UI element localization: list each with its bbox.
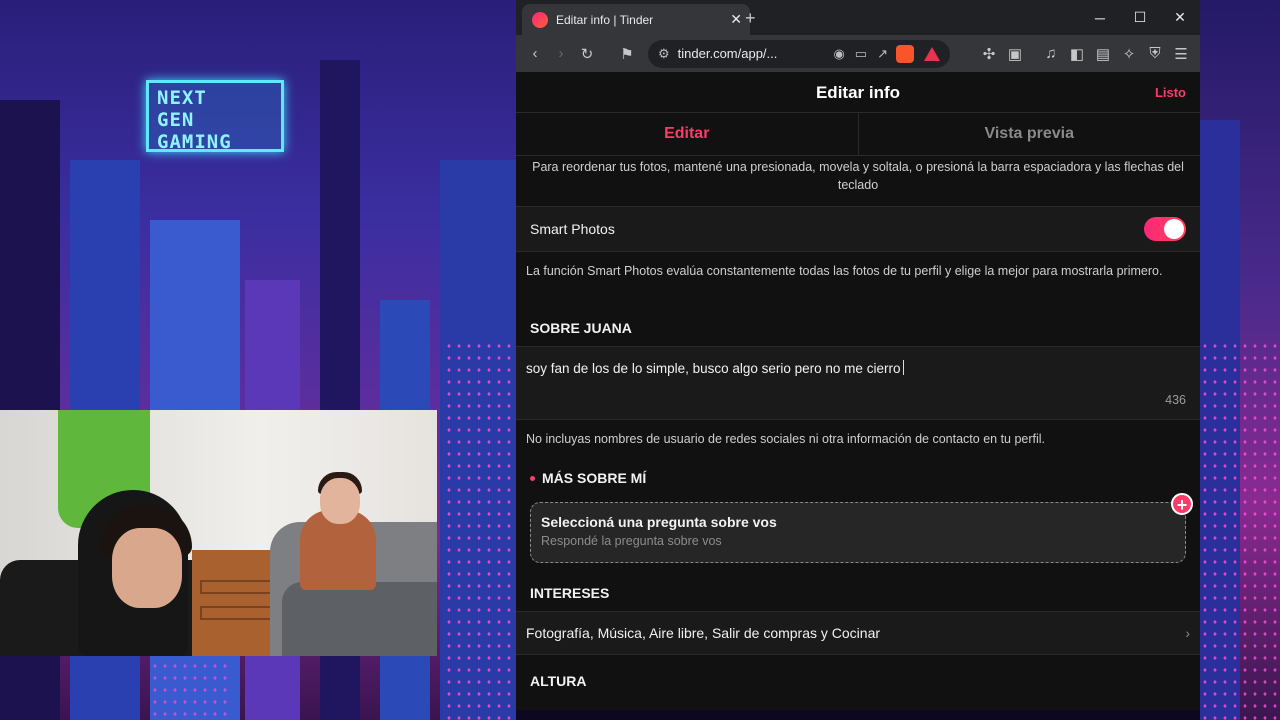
tab-strip: Editar info | Tinder ✕ + ─ ☐ ✕: [516, 0, 1200, 35]
about-heading: SOBRE JUANA: [530, 320, 632, 336]
back-icon[interactable]: ‹: [522, 41, 548, 67]
interests-value: Fotografía, Música, Aire libre, Salir de…: [526, 625, 881, 641]
about-text: soy fan de los de lo simple, busco algo …: [526, 361, 901, 376]
close-icon[interactable]: ✕: [1160, 0, 1200, 35]
page-header: Editar info Listo: [516, 72, 1200, 112]
brave-rewards-icon[interactable]: [924, 46, 940, 61]
close-tab-icon[interactable]: ✕: [730, 11, 742, 28]
site-info-icon[interactable]: ⚙: [658, 46, 670, 62]
webcam-video: [0, 410, 437, 656]
contact-warning: No incluyas nombres de usuario de redes …: [526, 432, 1046, 446]
share-icon[interactable]: ↗: [877, 46, 888, 62]
minimize-icon[interactable]: ─: [1080, 0, 1120, 35]
smart-photos-toggle[interactable]: [1144, 217, 1186, 241]
smart-photos-description: La función Smart Photos evalúa constante…: [526, 264, 1163, 278]
cast-icon[interactable]: ▭: [855, 46, 867, 62]
brave-shields-icon[interactable]: [896, 44, 914, 63]
select-question-card[interactable]: Seleccioná una pregunta sobre vos Respon…: [530, 493, 1193, 563]
tab-preview[interactable]: Vista previa: [859, 113, 1201, 155]
new-tab-icon[interactable]: +: [745, 8, 756, 29]
question-subtitle: Respondé la pregunta sobre vos: [541, 534, 722, 548]
add-question-icon[interactable]: +: [1171, 493, 1193, 515]
wallet-icon[interactable]: ▤: [1090, 41, 1116, 67]
more-about-me-label: MÁS SOBRE MÍ: [542, 470, 647, 486]
reload-icon[interactable]: ↻: [574, 41, 600, 67]
browser-toolbar: ‹ › ↻ ⚑ ⚙ tinder.com/app/... ◉ ▭ ↗ ✣ ▣ ♫…: [516, 35, 1200, 72]
leo-ai-icon[interactable]: ✧: [1116, 41, 1142, 67]
tab-edit[interactable]: Editar: [516, 113, 859, 155]
url-text: tinder.com/app/...: [677, 46, 778, 61]
about-textarea[interactable]: soy fan de los de lo simple, busco algo …: [516, 346, 1200, 420]
menu-icon[interactable]: ☰: [1168, 41, 1194, 67]
desktop-wallpaper-right: [1200, 0, 1280, 720]
char-counter: 436: [1165, 393, 1186, 407]
question-title: Seleccioná una pregunta sobre vos: [541, 514, 777, 530]
forward-icon[interactable]: ›: [548, 41, 574, 67]
required-dot-icon: [530, 475, 535, 481]
interests-heading: INTERESES: [530, 585, 610, 601]
address-bar[interactable]: ⚙ tinder.com/app/... ◉ ▭ ↗: [648, 39, 950, 68]
neon-sign: NEXT GEN GAMING: [146, 80, 284, 153]
screenshot-icon[interactable]: ▣: [1002, 41, 1028, 67]
bookmark-icon[interactable]: ⚑: [614, 41, 640, 67]
smart-photos-label: Smart Photos: [530, 221, 615, 237]
tinder-favicon-icon: [532, 11, 548, 28]
vpn-icon[interactable]: ⛨: [1142, 41, 1168, 67]
tab-title: Editar info | Tinder: [556, 12, 654, 27]
interests-row[interactable]: Fotografía, Música, Aire libre, Salir de…: [516, 611, 1200, 655]
browser-tab[interactable]: Editar info | Tinder ✕: [522, 4, 750, 35]
extensions-icon[interactable]: ✣: [976, 41, 1002, 67]
height-heading: ALTURA: [530, 673, 587, 689]
more-about-me-heading: MÁS SOBRE MÍ: [516, 460, 1200, 496]
sidebar-icon[interactable]: ◧: [1064, 41, 1090, 67]
smart-photos-row: Smart Photos: [516, 206, 1200, 252]
text-cursor: [903, 360, 905, 375]
reorder-hint: Para reordenar tus fotos, mantené una pr…: [532, 160, 1184, 192]
page-title: Editar info: [815, 83, 901, 102]
chevron-right-icon: ›: [1185, 625, 1190, 641]
window-controls: ─ ☐ ✕: [1080, 0, 1200, 35]
building-windows: [444, 340, 514, 720]
done-button[interactable]: Listo: [1155, 85, 1186, 100]
tinder-edit-info-page: Editar info Listo Editar Vista previa Pa…: [516, 72, 1200, 710]
location-icon[interactable]: ◉: [833, 46, 844, 62]
media-icon[interactable]: ♫: [1038, 41, 1064, 67]
edit-preview-tabs: Editar Vista previa: [516, 112, 1200, 156]
maximize-icon[interactable]: ☐: [1120, 0, 1160, 35]
building-windows: [1200, 340, 1280, 720]
browser-window: Editar info | Tinder ✕ + ─ ☐ ✕ ‹ › ↻ ⚑ ⚙…: [516, 0, 1200, 710]
